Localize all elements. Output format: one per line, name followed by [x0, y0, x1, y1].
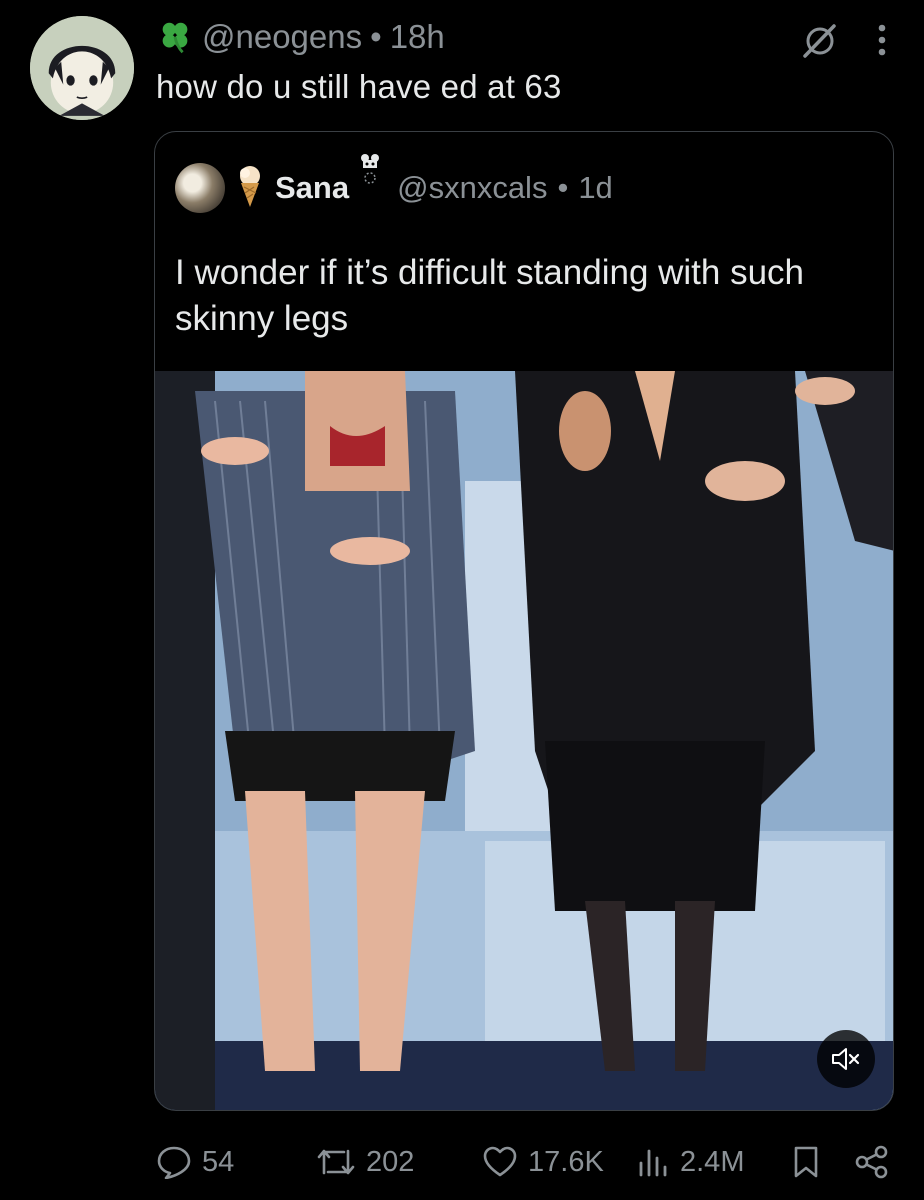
quoted-timestamp[interactable]: 1d — [578, 170, 612, 206]
bookmark-icon — [794, 1146, 818, 1178]
quoted-video[interactable] — [155, 371, 893, 1110]
quoted-text: I wonder if it’s difficult standing with… — [175, 253, 805, 338]
like-button[interactable]: 17.6K — [482, 1140, 604, 1184]
repost-count: 202 — [366, 1145, 415, 1178]
reply-icon — [157, 1146, 191, 1179]
share-icon — [855, 1145, 888, 1179]
view-count: 2.4M — [680, 1145, 745, 1178]
post-timestamp[interactable]: 18h — [390, 18, 445, 56]
action-bar: 54 202 17.6K 2.4M — [156, 1140, 896, 1184]
clover-icon — [156, 18, 194, 56]
quoted-avatar[interactable] — [175, 163, 225, 213]
post-header: @neogens • 18h — [156, 14, 445, 60]
reply-count: 54 — [202, 1145, 235, 1178]
bookmark-button[interactable] — [792, 1140, 820, 1184]
repost-icon — [317, 1149, 355, 1175]
grok-icon[interactable] — [800, 20, 840, 60]
mute-button[interactable] — [817, 1030, 875, 1088]
quoted-header: Sana @sxnxcals • 1d — [175, 154, 613, 216]
reply-button[interactable]: 54 — [156, 1140, 234, 1184]
separator-dot: • — [370, 18, 382, 55]
share-button[interactable] — [854, 1140, 890, 1184]
heart-icon — [483, 1146, 517, 1177]
quoted-post[interactable]: Sana @sxnxcals • 1d I wonder if it’s dif… — [154, 131, 894, 1111]
bear-icon — [359, 152, 381, 191]
speaker-muted-icon — [832, 1048, 860, 1070]
top-actions — [800, 20, 888, 60]
separator-dot: • — [557, 170, 569, 205]
quoted-display-name[interactable]: Sana — [275, 170, 349, 206]
post: @neogens • 18h how do u still have ed at… — [0, 0, 924, 1200]
like-count: 17.6K — [528, 1145, 604, 1178]
views-button[interactable]: 2.4M — [636, 1140, 744, 1184]
post-text: how do u still have ed at 63 — [156, 68, 562, 105]
author-avatar[interactable] — [30, 16, 134, 120]
quoted-handle[interactable]: @sxnxcals — [397, 170, 547, 206]
repost-button[interactable]: 202 — [316, 1140, 414, 1184]
author-handle[interactable]: @neogens — [202, 18, 362, 56]
views-icon — [639, 1149, 667, 1177]
more-options-icon[interactable] — [876, 22, 888, 58]
ice-cream-icon — [235, 163, 265, 214]
